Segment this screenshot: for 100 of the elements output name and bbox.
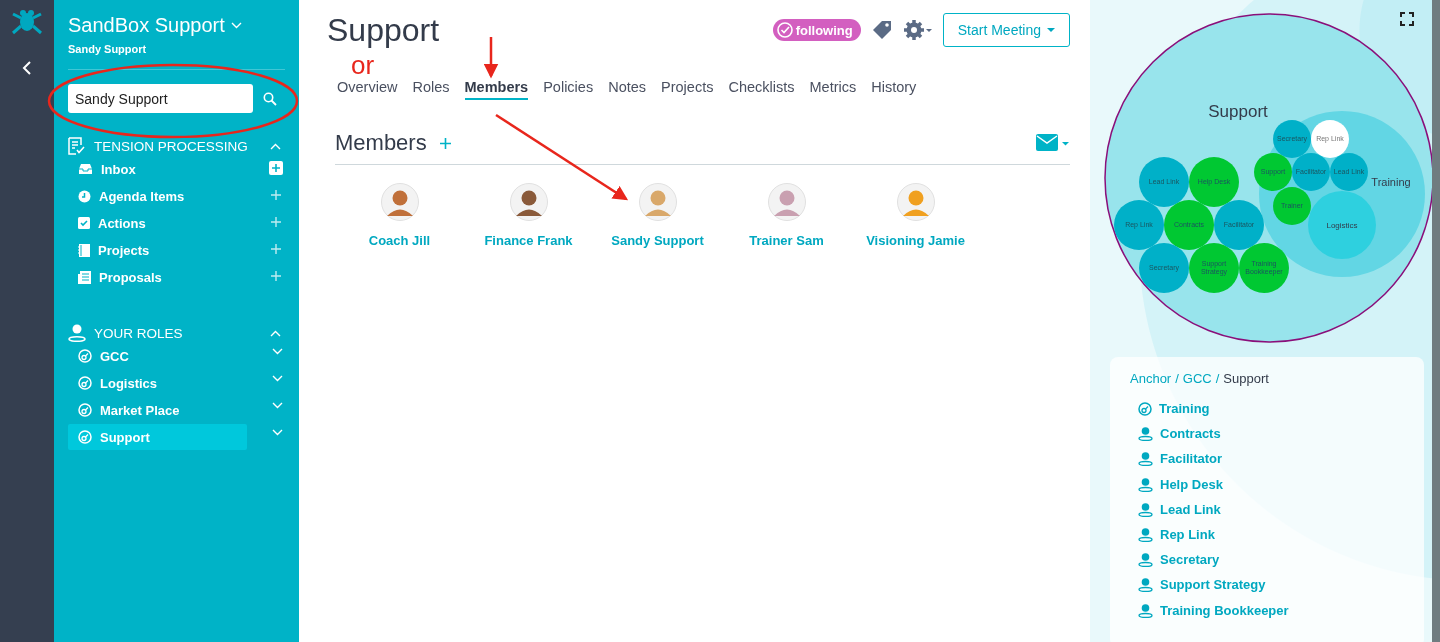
collapse-caret-icon[interactable] bbox=[270, 142, 281, 150]
sidebar-item[interactable]: Projects bbox=[68, 237, 247, 263]
person-role-icon bbox=[1138, 451, 1153, 467]
role-bubble[interactable] bbox=[1189, 157, 1239, 207]
circle-role-icon bbox=[78, 349, 92, 363]
tab[interactable]: Checklists bbox=[728, 79, 795, 100]
breadcrumb-link[interactable]: Support bbox=[1223, 371, 1269, 386]
expand-caret-icon[interactable] bbox=[272, 429, 283, 436]
tab[interactable]: History bbox=[871, 79, 917, 100]
add-member-icon[interactable] bbox=[438, 136, 452, 150]
role-bubble[interactable] bbox=[1311, 120, 1349, 158]
sidebar-item[interactable]: Actions bbox=[68, 210, 247, 236]
section-title: YOUR ROLES bbox=[94, 325, 184, 341]
avatar bbox=[767, 183, 806, 221]
circle-role-icon bbox=[1138, 401, 1152, 416]
checklist-icon bbox=[68, 137, 86, 155]
role-link[interactable]: Support Strategy bbox=[1160, 577, 1266, 593]
role-bubble[interactable] bbox=[1254, 153, 1292, 191]
member-name[interactable]: Visioning Jamie bbox=[866, 233, 965, 248]
sidebar-item[interactable]: Inbox bbox=[68, 156, 247, 182]
person-role-icon bbox=[1138, 426, 1153, 442]
add-button[interactable] bbox=[269, 161, 283, 175]
role-link[interactable]: Training bbox=[1159, 401, 1210, 417]
role-bubble[interactable] bbox=[1164, 200, 1214, 250]
tab[interactable]: Roles bbox=[412, 79, 450, 100]
sidebar-item[interactable]: Proposals bbox=[68, 264, 247, 290]
section-heading: Members bbox=[335, 130, 427, 156]
document-icon bbox=[78, 270, 91, 284]
user-name: Sandy Support bbox=[68, 43, 148, 55]
role-bubble[interactable] bbox=[1139, 243, 1189, 293]
fullscreen-icon[interactable] bbox=[1400, 12, 1414, 26]
sidebar-item[interactable]: GCC bbox=[68, 343, 247, 369]
member-name[interactable]: Trainer Sam bbox=[749, 233, 824, 248]
collapse-icon[interactable] bbox=[22, 60, 32, 76]
start-meeting-button[interactable]: Start Meeting bbox=[942, 13, 1070, 47]
circle-role-icon bbox=[78, 430, 92, 444]
notebook-icon bbox=[78, 243, 90, 257]
role-bubble[interactable] bbox=[1114, 200, 1164, 250]
expand-caret-icon[interactable] bbox=[272, 348, 283, 355]
person-role-icon bbox=[1138, 501, 1153, 517]
sidebar-item[interactable]: Logistics bbox=[68, 370, 247, 396]
role-link[interactable]: Help Desk bbox=[1160, 476, 1223, 492]
dropdown-caret-icon[interactable] bbox=[230, 22, 242, 29]
avatar bbox=[638, 183, 677, 221]
settings-icon[interactable] bbox=[902, 19, 933, 41]
member-name[interactable]: Sandy Support bbox=[611, 233, 704, 248]
inbox-icon bbox=[78, 163, 93, 175]
expand-caret-icon[interactable] bbox=[272, 375, 283, 382]
role-link[interactable]: Training Bookkeeper bbox=[1160, 602, 1289, 618]
annotation-text: or bbox=[351, 50, 375, 81]
add-icon[interactable] bbox=[269, 188, 283, 202]
annotation-arrow bbox=[483, 37, 499, 79]
person-role-icon bbox=[1138, 577, 1153, 593]
role-link[interactable]: Contracts bbox=[1160, 426, 1221, 442]
following-badge[interactable]: following bbox=[772, 19, 861, 41]
tab[interactable]: Metrics bbox=[809, 79, 857, 100]
person-role-icon bbox=[1138, 476, 1153, 492]
avatar bbox=[896, 183, 935, 221]
add-icon[interactable] bbox=[269, 269, 283, 283]
role-bubble[interactable] bbox=[1292, 153, 1330, 191]
sidebar-item[interactable]: Agenda Items bbox=[68, 183, 247, 209]
role-link[interactable]: Secretary bbox=[1160, 552, 1220, 568]
role-bubble[interactable] bbox=[1273, 187, 1311, 225]
caret-icon bbox=[1047, 28, 1055, 32]
avatar bbox=[509, 183, 548, 221]
breadcrumb-separator: / bbox=[1175, 371, 1179, 386]
sidebar-item[interactable]: Market Place bbox=[68, 397, 247, 423]
role-bubble[interactable] bbox=[1239, 243, 1289, 293]
tab[interactable]: Notes bbox=[608, 79, 647, 100]
role-bubble[interactable] bbox=[1189, 243, 1239, 293]
tab[interactable]: Projects bbox=[661, 79, 714, 100]
add-icon[interactable] bbox=[269, 242, 283, 256]
person-icon bbox=[68, 324, 86, 342]
search-icon[interactable] bbox=[263, 91, 277, 106]
checkbox-icon bbox=[78, 217, 90, 229]
search-field[interactable]: Sandy Support bbox=[68, 84, 253, 113]
role-link[interactable]: Lead Link bbox=[1160, 501, 1221, 517]
subcircle-title: Training bbox=[1371, 176, 1411, 188]
member-name[interactable]: Finance Frank bbox=[484, 233, 573, 248]
scrollbar[interactable] bbox=[1432, 0, 1440, 642]
expand-caret-icon[interactable] bbox=[272, 402, 283, 409]
breadcrumb-link[interactable]: Anchor bbox=[1130, 371, 1172, 386]
role-link[interactable]: Rep Link bbox=[1160, 527, 1215, 543]
breadcrumb-link[interactable]: GCC bbox=[1182, 371, 1212, 386]
tab[interactable]: Overview bbox=[337, 79, 398, 100]
add-icon[interactable] bbox=[269, 215, 283, 229]
collapse-caret-icon[interactable] bbox=[270, 329, 281, 337]
tab[interactable]: Members bbox=[464, 79, 529, 100]
role-bubble[interactable] bbox=[1273, 120, 1311, 158]
org-name[interactable]: SandBox Support bbox=[68, 14, 225, 37]
check-circle-icon bbox=[776, 22, 793, 38]
frog-logo-icon[interactable] bbox=[10, 8, 44, 36]
breadcrumb-separator: / bbox=[1215, 371, 1220, 386]
role-bubble[interactable] bbox=[1330, 153, 1368, 191]
tab[interactable]: Policies bbox=[543, 79, 594, 100]
member-name[interactable]: Coach Jill bbox=[368, 233, 431, 248]
role-bubble[interactable] bbox=[1139, 157, 1189, 207]
mail-icon[interactable] bbox=[1036, 134, 1070, 152]
role-link[interactable]: Facilitator bbox=[1160, 451, 1223, 467]
role-bubble[interactable] bbox=[1214, 200, 1264, 250]
